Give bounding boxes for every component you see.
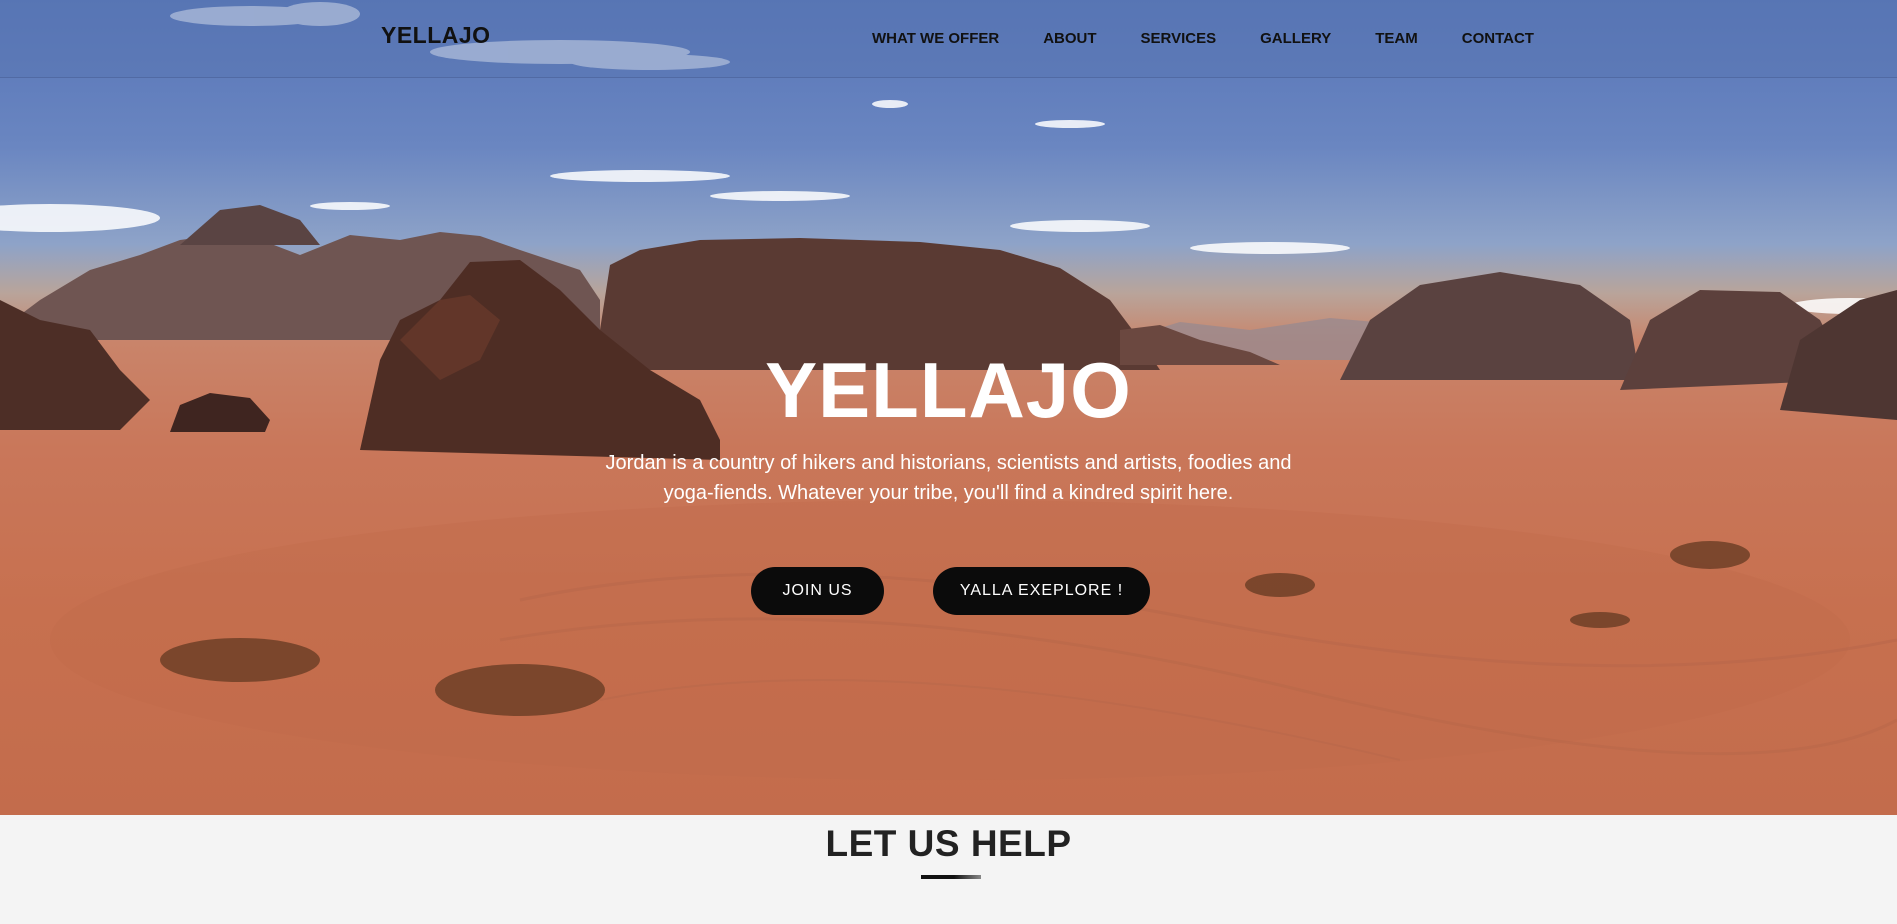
nav-link-gallery[interactable]: GALLERY <box>1260 30 1331 47</box>
section-title: LET US HELP <box>825 823 1072 864</box>
nav-links: WHAT WE OFFER ABOUT SERVICES GALLERY TEA… <box>872 30 1578 47</box>
hero-section: YELLAJO WHAT WE OFFER ABOUT SERVICES GAL… <box>0 0 1897 815</box>
join-us-button[interactable]: JOIN US <box>751 567 884 615</box>
let-us-help-section: LET US HELP <box>0 815 1897 924</box>
page: YELLAJO WHAT WE OFFER ABOUT SERVICES GAL… <box>0 0 1897 924</box>
nav-link-services[interactable]: SERVICES <box>1141 30 1217 47</box>
hero-title: YELLAJO <box>765 346 1132 434</box>
hero-subtitle: Jordan is a country of hikers and histor… <box>605 452 1292 504</box>
nav-link-team[interactable]: TEAM <box>1375 30 1418 47</box>
section-title-underline <box>921 875 981 879</box>
yalla-explore-button[interactable]: YALLA EXEPLORE ! <box>933 567 1150 615</box>
nav-link-about[interactable]: ABOUT <box>1043 30 1096 47</box>
nav-link-what-we-offer[interactable]: WHAT WE OFFER <box>872 30 999 47</box>
navbar: YELLAJO WHAT WE OFFER ABOUT SERVICES GAL… <box>0 0 1897 78</box>
brand-logo[interactable]: YELLAJO <box>381 22 491 49</box>
nav-link-contact[interactable]: CONTACT <box>1462 30 1534 47</box>
